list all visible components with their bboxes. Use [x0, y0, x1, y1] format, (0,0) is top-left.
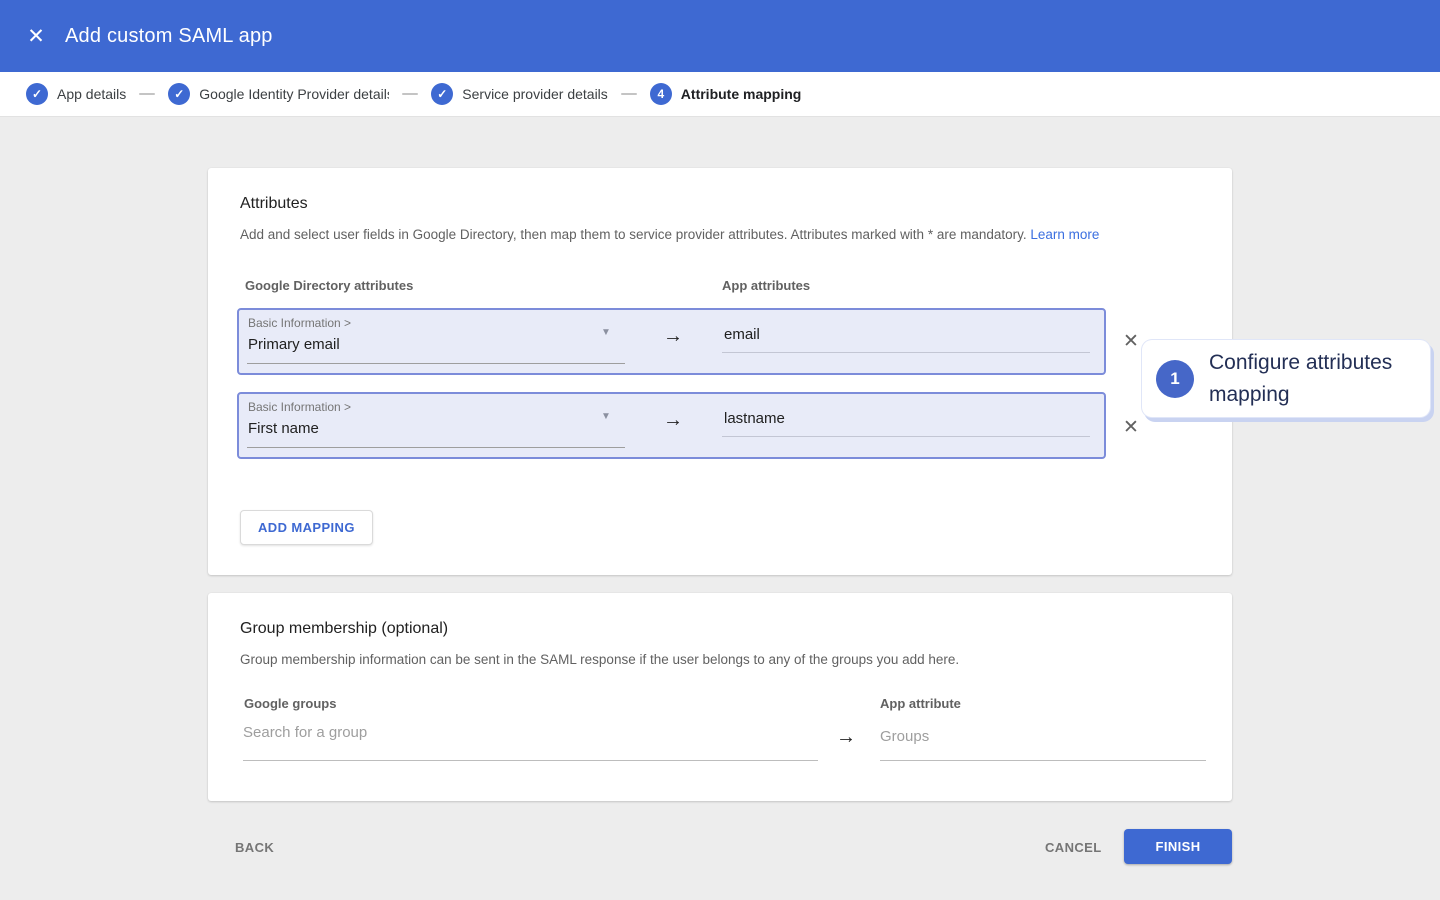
attribute-category-label: Basic Information >: [248, 316, 351, 330]
learn-more-link[interactable]: Learn more: [1030, 227, 1099, 242]
wizard-stepper: ✓ App details ✓ Google Identity Provider…: [0, 72, 1440, 117]
dialog-header: ✕ Add custom SAML app: [0, 0, 1440, 72]
chevron-down-icon[interactable]: ▼: [601, 411, 611, 422]
step-label: Attribute mapping: [681, 86, 802, 102]
back-button[interactable]: BACK: [235, 840, 274, 855]
step-connector: [402, 93, 418, 95]
close-icon[interactable]: ✕: [24, 26, 48, 47]
attribute-category-label: Basic Information >: [248, 400, 351, 414]
arrow-right-icon: →: [663, 325, 683, 348]
google-groups-header: Google groups: [244, 696, 336, 711]
arrow-right-icon: →: [836, 726, 856, 749]
app-attribute-input[interactable]: [722, 406, 1090, 437]
arrow-right-icon: →: [663, 409, 683, 432]
app-attribute-input[interactable]: [722, 322, 1090, 353]
group-search-input[interactable]: [243, 724, 818, 761]
check-icon: ✓: [431, 83, 453, 105]
step-service-provider-details[interactable]: ✓ Service provider details: [431, 83, 608, 105]
google-directory-attributes-header: Google Directory attributes: [245, 278, 413, 293]
cancel-button[interactable]: CANCEL: [1045, 840, 1102, 855]
dialog-title: Add custom SAML app: [65, 25, 273, 48]
add-custom-saml-app-dialog: ✕ Add custom SAML app ✓ App details ✓ Go…: [0, 0, 1440, 900]
check-icon: ✓: [168, 83, 190, 105]
group-membership-description: Group membership information can be sent…: [240, 652, 959, 667]
chevron-down-icon[interactable]: ▼: [601, 327, 611, 338]
group-membership-title: Group membership (optional): [240, 620, 448, 638]
step-app-details[interactable]: ✓ App details: [26, 83, 126, 105]
finish-button[interactable]: FINISH: [1124, 829, 1232, 864]
step-label: App details: [57, 86, 126, 102]
remove-mapping-icon[interactable]: ✕: [1118, 328, 1144, 354]
directory-attribute-select[interactable]: Primary email: [248, 336, 340, 353]
directory-attribute-select[interactable]: First name: [248, 420, 319, 437]
app-attributes-header: App attributes: [722, 278, 810, 293]
attributes-description: Add and select user fields in Google Dir…: [240, 227, 1099, 242]
mapping-row: Basic Information > Primary email ▼ →: [237, 308, 1106, 375]
callout-step-badge: 1: [1156, 360, 1194, 398]
group-app-attribute-input[interactable]: [880, 728, 1206, 761]
mapping-row: Basic Information > First name ▼ →: [237, 392, 1106, 459]
app-attribute-header: App attribute: [880, 696, 961, 711]
group-membership-card: Group membership (optional) Group member…: [208, 593, 1232, 801]
attributes-title: Attributes: [240, 195, 308, 213]
attributes-description-text: Add and select user fields in Google Dir…: [240, 227, 1027, 242]
step-attribute-mapping[interactable]: 4 Attribute mapping: [650, 83, 802, 105]
select-underline: [247, 363, 625, 364]
select-underline: [247, 447, 625, 448]
step-connector: [139, 93, 155, 95]
step-google-idp-details[interactable]: ✓ Google Identity Provider details: [168, 83, 389, 105]
check-icon: ✓: [26, 83, 48, 105]
attributes-card: Attributes Add and select user fields in…: [208, 168, 1232, 575]
configure-attributes-callout: 1 Configure attributes mapping: [1142, 340, 1430, 417]
step-number: 4: [650, 83, 672, 105]
step-connector: [621, 93, 637, 95]
add-mapping-button[interactable]: ADD MAPPING: [240, 510, 373, 545]
callout-text: Configure attributes mapping: [1209, 347, 1416, 410]
step-label: Google Identity Provider details: [199, 86, 389, 102]
step-label: Service provider details: [462, 86, 608, 102]
remove-mapping-icon[interactable]: ✕: [1118, 414, 1144, 440]
